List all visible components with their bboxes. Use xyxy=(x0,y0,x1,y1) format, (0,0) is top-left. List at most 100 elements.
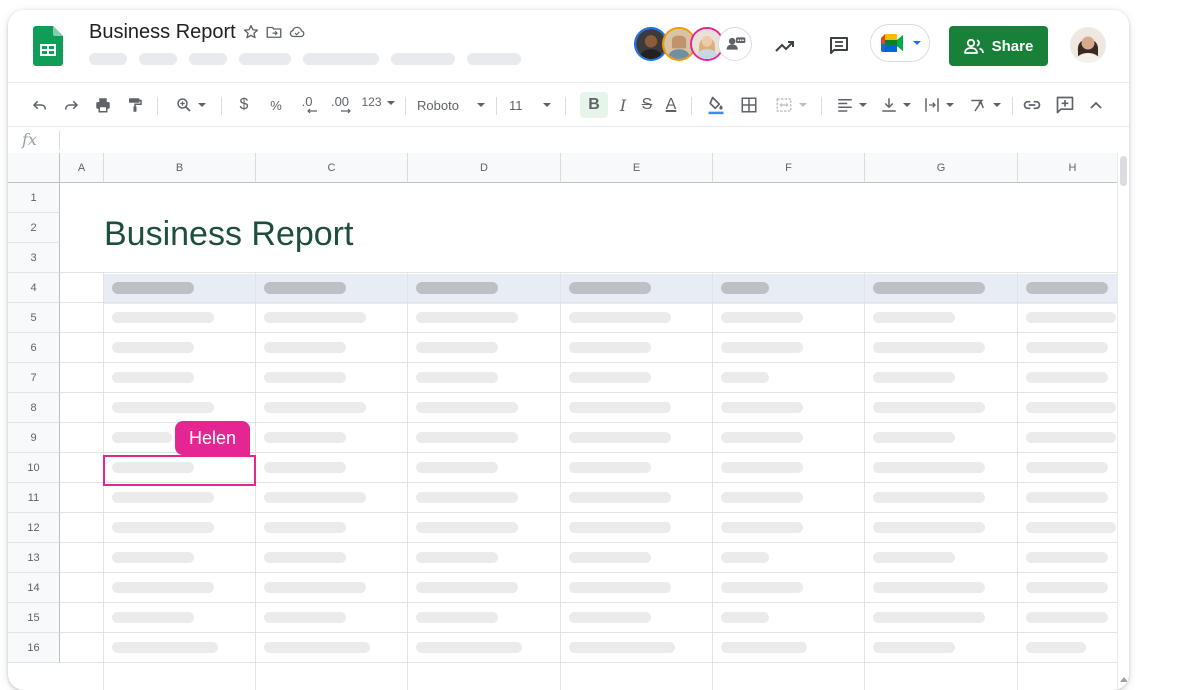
column-header-c[interactable]: C xyxy=(256,153,408,183)
scrollbar-thumb[interactable] xyxy=(1120,156,1127,186)
cell-placeholder xyxy=(112,402,214,413)
column-header-e[interactable]: E xyxy=(561,153,713,183)
paint-format-button[interactable] xyxy=(123,93,147,117)
currency-format-button[interactable]: $ xyxy=(234,93,254,117)
collaborator-selected-cell[interactable] xyxy=(103,455,256,486)
sheets-logo-icon[interactable] xyxy=(33,26,63,66)
cell-placeholder xyxy=(873,402,985,413)
toolbar-divider xyxy=(691,97,692,115)
cell-placeholder xyxy=(416,492,518,503)
comments-button[interactable] xyxy=(821,28,857,64)
horizontal-align-dropdown[interactable] xyxy=(833,93,869,117)
column-header-d[interactable]: D xyxy=(408,153,561,183)
cell-placeholder xyxy=(873,462,985,473)
row-header-9[interactable]: 9 xyxy=(8,423,60,453)
row-header-11[interactable]: 11 xyxy=(8,483,60,513)
row-header-13[interactable]: 13 xyxy=(8,543,60,573)
text-wrapping-dropdown[interactable] xyxy=(920,93,956,117)
menu-item-data[interactable] xyxy=(391,53,455,65)
redo-button[interactable] xyxy=(59,93,83,117)
redo-icon xyxy=(65,100,79,110)
comments-icon xyxy=(830,37,848,54)
collaborator-avatars[interactable] xyxy=(634,27,758,65)
percent-format-button[interactable]: % xyxy=(266,93,286,117)
title-actions xyxy=(242,23,306,41)
scroll-arrow-icon[interactable] xyxy=(1120,677,1128,682)
row-header-2[interactable]: 2 xyxy=(8,213,60,243)
row-header-7[interactable]: 7 xyxy=(8,363,60,393)
cell-placeholder xyxy=(873,522,985,533)
row-header-8[interactable]: 8 xyxy=(8,393,60,423)
row-header-6[interactable]: 6 xyxy=(8,333,60,363)
move-to-folder-icon[interactable] xyxy=(265,23,283,41)
zoom-dropdown[interactable] xyxy=(170,93,210,117)
menu-item-view[interactable] xyxy=(189,53,227,65)
vertical-align-dropdown[interactable] xyxy=(877,93,913,117)
meet-button[interactable] xyxy=(870,24,930,62)
cell-placeholder xyxy=(873,342,985,353)
row-header-4[interactable]: 4 xyxy=(8,273,60,303)
menu-item-insert[interactable] xyxy=(239,53,291,65)
people-icon xyxy=(963,38,984,54)
undo-button[interactable] xyxy=(28,93,52,117)
row-header-15[interactable]: 15 xyxy=(8,603,60,633)
column-header-f[interactable]: F xyxy=(713,153,865,183)
grid-row-line xyxy=(60,302,1117,303)
row-header-3[interactable]: 3 xyxy=(8,243,60,273)
select-all-corner[interactable] xyxy=(8,153,60,183)
column-header-h[interactable]: H xyxy=(1018,153,1117,183)
spreadsheet-grid[interactable]: ABCDEFGH 1 2 3 4 5 6 7 8 9 10 11 12 13 14 15 16 Busines… xyxy=(8,153,1117,690)
insert-link-button[interactable] xyxy=(1020,93,1044,117)
fill-color-button[interactable] xyxy=(704,93,728,117)
cell-placeholder xyxy=(873,582,985,593)
share-button[interactable]: Share xyxy=(949,26,1048,66)
decrease-decimal-button[interactable]: .0 xyxy=(295,93,319,117)
menu-item-tools[interactable] xyxy=(467,53,521,65)
cell-placeholder xyxy=(721,612,769,623)
sheet-report-title[interactable]: Business Report xyxy=(104,215,353,254)
text-color-button[interactable]: A xyxy=(662,93,680,117)
grid-row-line xyxy=(60,362,1117,363)
cell-placeholder xyxy=(112,552,194,563)
column-header-a[interactable]: A xyxy=(60,153,104,183)
more-collaborators-icon[interactable] xyxy=(718,27,752,61)
formula-bar[interactable]: fx xyxy=(8,126,1129,155)
font-family-dropdown[interactable]: Roboto xyxy=(417,93,485,117)
cloud-status-icon[interactable] xyxy=(288,23,306,41)
cell-placeholder xyxy=(569,582,671,593)
increase-decimal-button[interactable]: .00 xyxy=(326,93,354,117)
text-wrap-icon xyxy=(924,98,939,112)
merge-cells-dropdown[interactable] xyxy=(769,93,811,117)
font-size-dropdown[interactable]: 11 xyxy=(509,93,551,117)
text-rotation-dropdown[interactable] xyxy=(964,93,1004,117)
column-header-g[interactable]: G xyxy=(865,153,1018,183)
cell-placeholder xyxy=(1026,462,1108,473)
italic-button[interactable]: I xyxy=(614,93,632,117)
row-header-14[interactable]: 14 xyxy=(8,573,60,603)
row-header-16[interactable]: 16 xyxy=(8,633,60,663)
row-header-12[interactable]: 12 xyxy=(8,513,60,543)
print-button[interactable] xyxy=(91,93,115,117)
bold-button[interactable]: B xyxy=(580,92,608,118)
vertical-scrollbar[interactable] xyxy=(1117,153,1129,690)
cell-placeholder xyxy=(721,372,769,383)
menu-item-file[interactable] xyxy=(89,53,127,65)
row-header-10[interactable]: 10 xyxy=(8,453,60,483)
activity-trend-button[interactable] xyxy=(767,28,803,64)
toolbar-divider xyxy=(221,97,222,115)
insert-comment-button[interactable] xyxy=(1053,93,1077,117)
star-icon[interactable] xyxy=(242,23,260,41)
menu-item-format[interactable] xyxy=(303,53,379,65)
strikethrough-button[interactable]: S xyxy=(638,93,656,117)
toolbar-divider xyxy=(405,97,406,115)
cell-placeholder xyxy=(416,582,518,593)
column-header-b[interactable]: B xyxy=(104,153,256,183)
number-format-dropdown[interactable]: 123 xyxy=(360,93,396,117)
row-header-1[interactable]: 1 xyxy=(8,183,60,213)
document-title[interactable]: Business Report xyxy=(89,21,236,44)
row-header-5[interactable]: 5 xyxy=(8,303,60,333)
menu-item-edit[interactable] xyxy=(139,53,177,65)
user-account-avatar[interactable] xyxy=(1070,27,1106,63)
collapse-toolbar-button[interactable] xyxy=(1084,93,1108,117)
borders-button[interactable] xyxy=(737,93,761,117)
